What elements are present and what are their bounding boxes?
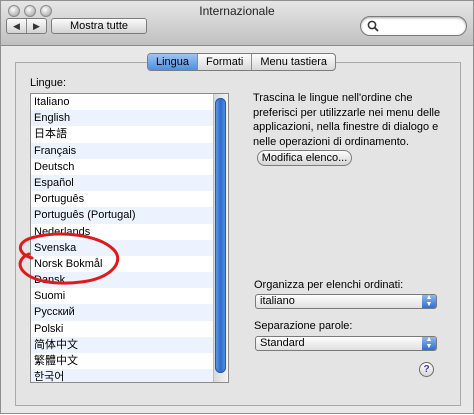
languages-rows: Italiano English 日本語 Français Deutsch Español… [31, 94, 228, 382]
language-item[interactable]: Dansk [31, 272, 228, 289]
languages-label: Lingue: [30, 77, 67, 89]
language-item[interactable]: 日本語 [31, 126, 228, 142]
language-item[interactable]: 简体中文 [31, 336, 228, 353]
search-icon [367, 20, 379, 32]
word-break-select[interactable]: Standard ▲ ▼ [255, 336, 437, 351]
language-item[interactable]: 한국어 [31, 369, 228, 382]
language-item[interactable]: Norsk Bokmål [31, 256, 228, 272]
toolbar: Internazionale ◀ ▶ Mostra tutte [1, 1, 473, 46]
language-item[interactable]: Português (Portugal) [31, 207, 228, 224]
word-break-value: Standard [260, 337, 305, 349]
language-item[interactable]: Português [31, 191, 228, 207]
instructions-text: Trascina le lingue nell'ordine che prefe… [253, 92, 441, 148]
show-all-button[interactable]: Mostra tutte [51, 18, 147, 34]
language-item[interactable]: Svenska [31, 239, 228, 256]
back-arrow-icon[interactable]: ◀ [7, 19, 26, 33]
search-field[interactable] [360, 16, 467, 36]
language-item[interactable]: Italiano [31, 94, 228, 110]
scrollbar[interactable] [213, 94, 228, 382]
edit-list-button[interactable]: Modifica elenco... [257, 150, 352, 166]
language-item[interactable]: Polski [31, 321, 228, 337]
tab-bar: Lingua Formati Menu tastiera [147, 53, 336, 71]
search-input[interactable] [381, 19, 465, 35]
tab-menu-tastiera[interactable]: Menu tastiera [251, 54, 335, 70]
language-item[interactable]: Deutsch [31, 159, 228, 175]
languages-list[interactable]: Italiano English 日本語 Français Deutsch Español… [30, 93, 229, 383]
navigation-buttons: ◀ ▶ [6, 18, 47, 34]
scrollbar-thumb[interactable] [215, 98, 226, 373]
language-item[interactable]: Français [31, 142, 228, 159]
sort-order-select[interactable]: italiano ▲ ▼ [255, 294, 437, 309]
help-icon[interactable]: ? [419, 362, 434, 377]
popup-arrows-icon: ▲ ▼ [422, 294, 436, 308]
forward-arrow-icon[interactable]: ▶ [26, 19, 46, 33]
language-item[interactable]: 繁體中文 [31, 353, 228, 369]
language-item[interactable]: Русский [31, 304, 228, 321]
preferences-window: Internazionale ◀ ▶ Mostra tutte Lingua F… [0, 0, 474, 414]
language-item[interactable]: Suomi [31, 288, 228, 304]
language-item[interactable]: English [31, 110, 228, 127]
language-item[interactable]: Nederlands [31, 224, 228, 240]
language-item[interactable]: Español [31, 174, 228, 192]
sort-order-label: Organizza per elenchi ordinati: [254, 279, 404, 291]
sort-order-value: italiano [260, 295, 295, 307]
word-break-label: Separazione parole: [254, 320, 353, 332]
popup-arrows-icon: ▲ ▼ [422, 336, 436, 350]
tab-lingua[interactable]: Lingua [148, 54, 198, 70]
tab-formati[interactable]: Formati [197, 54, 251, 70]
